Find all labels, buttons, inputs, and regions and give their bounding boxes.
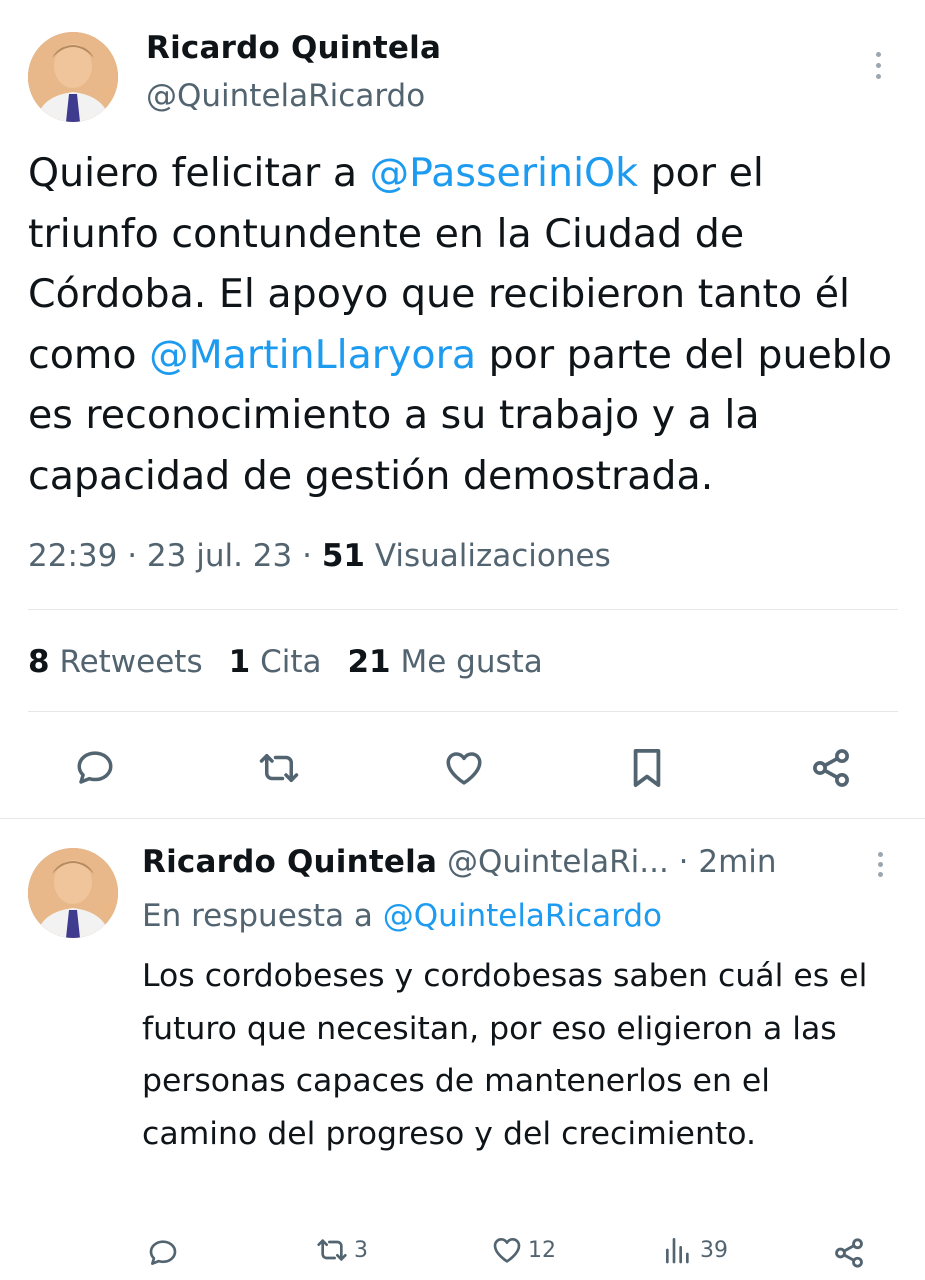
quotes-count: 1 (228, 644, 251, 680)
retweets-stat[interactable]: 8 Retweets (28, 644, 203, 680)
author-name[interactable]: Ricardo Quintela (146, 30, 441, 66)
reply-comment-icon[interactable] (144, 1234, 182, 1272)
like-icon[interactable] (438, 745, 490, 791)
likes-label: Me gusta (400, 644, 543, 680)
quotes-label: Cita (260, 644, 322, 680)
divider (28, 609, 898, 610)
reply-header: Ricardo Quintela @QuintelaRi... · 2min (142, 844, 777, 880)
views-label: Visualizaciones (374, 538, 611, 574)
avatar-photo (28, 848, 118, 938)
reply-views-count: 39 (700, 1237, 728, 1263)
views-count: 51 (321, 538, 365, 574)
author-handle[interactable]: @QuintelaRicardo (146, 78, 425, 114)
in-reply-prefix: En respuesta a (142, 898, 383, 934)
bookmark-icon[interactable] (624, 743, 670, 793)
reply-time[interactable]: · 2min (679, 844, 777, 880)
reply-author-name[interactable]: Ricardo Quintela (142, 844, 437, 880)
avatar-photo (28, 32, 118, 122)
reply-retweet-action[interactable]: 3 (312, 1234, 368, 1266)
likes-count: 21 (347, 644, 391, 680)
reply-share-icon[interactable] (830, 1234, 868, 1272)
in-reply-handle[interactable]: @QuintelaRicardo (383, 898, 662, 934)
reply-views-action[interactable]: 39 (662, 1234, 728, 1266)
tweet-text-segment: Quiero felicitar a (28, 150, 370, 196)
reply-author-avatar[interactable] (28, 848, 118, 938)
mention-link[interactable]: @PasseriniOk (370, 150, 638, 196)
meta-separator: · (127, 538, 147, 574)
reply-author-handle[interactable]: @QuintelaRi... (447, 844, 669, 880)
likes-stat[interactable]: 21 Me gusta (347, 644, 542, 680)
reply-like-action[interactable]: 12 (490, 1234, 556, 1266)
reply-retweet-count: 3 (354, 1237, 368, 1263)
reply-text: Los cordobeses y cordobesas saben cuál e… (142, 958, 868, 1152)
retweets-count: 8 (28, 644, 50, 680)
tweet-metadata: 22:39 · 23 jul. 23 · 51 Visualizaciones (28, 538, 611, 574)
more-options-icon[interactable] (872, 52, 884, 79)
engagement-stats: 8 Retweets 1 Cita 21 Me gusta (28, 644, 543, 680)
tweet-text: Quiero felicitar a @PasseriniOk por el t… (28, 143, 900, 506)
reply-retweet-icon (312, 1234, 352, 1266)
share-icon[interactable] (806, 743, 856, 793)
retweets-label: Retweets (59, 644, 203, 680)
author-avatar[interactable] (28, 32, 118, 122)
in-reply-to: En respuesta a @QuintelaRicardo (142, 898, 662, 934)
reply-like-icon (490, 1234, 524, 1266)
tweet-time[interactable]: 22:39 (28, 538, 117, 574)
tweet-date[interactable]: 23 jul. 23 (147, 538, 292, 574)
retweet-icon[interactable] (250, 745, 308, 791)
reply-like-count: 12 (528, 1237, 556, 1263)
divider (0, 818, 925, 819)
mention-link[interactable]: @MartinLlaryora (149, 332, 476, 378)
reply-icon[interactable] (70, 745, 120, 791)
views-chart-icon (662, 1234, 694, 1266)
divider (28, 711, 898, 712)
meta-separator: · (302, 538, 322, 574)
quotes-stat[interactable]: 1 Cita (229, 644, 322, 680)
reply-more-options-icon[interactable] (874, 852, 886, 877)
